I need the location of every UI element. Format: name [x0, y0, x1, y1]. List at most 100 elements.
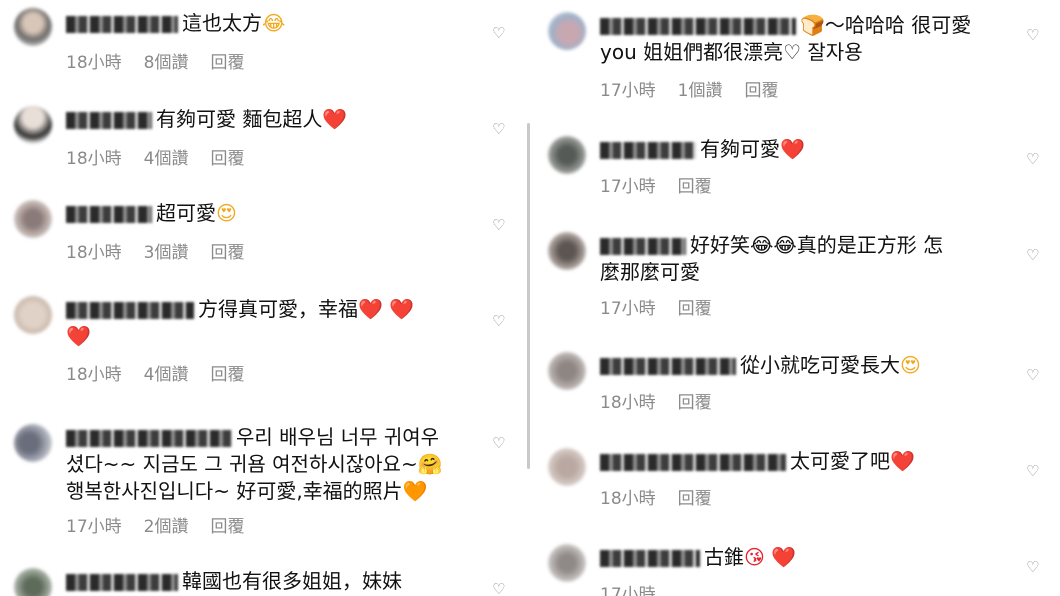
- comment-meta: 17小時 2個讚 回覆: [66, 512, 266, 537]
- reply-button[interactable]: 回覆: [678, 393, 712, 413]
- heart-outline-icon[interactable]: ♡: [1026, 150, 1039, 168]
- username[interactable]: [600, 550, 700, 567]
- username[interactable]: [600, 454, 786, 471]
- reply-button[interactable]: 回覆: [744, 81, 778, 101]
- heart-outline-icon[interactable]: ♡: [1026, 366, 1039, 384]
- username[interactable]: [600, 238, 686, 255]
- username[interactable]: [66, 16, 178, 33]
- comment-text: 太可愛了吧: [790, 449, 890, 473]
- username[interactable]: [66, 574, 178, 591]
- emoji: 😘 ❤️: [744, 545, 797, 569]
- like-count[interactable]: 4個讚: [144, 365, 189, 385]
- comment-text: 有夠可愛 麵包超人: [156, 107, 323, 131]
- comment-text: 好好笑😂😂真的是正方形 怎: [690, 233, 944, 257]
- heart-outline-icon[interactable]: ♡: [1026, 558, 1039, 576]
- avatar[interactable]: [548, 12, 586, 50]
- timestamp: 17小時: [600, 299, 656, 319]
- heart-outline-icon[interactable]: ♡: [492, 120, 505, 138]
- comment-text-line: 超可愛😍: [66, 200, 237, 227]
- comment-text-line: 古錐😘 ❤️: [600, 544, 796, 571]
- emoji: ❤️: [890, 449, 915, 473]
- emoji: ❤️: [322, 107, 348, 131]
- comment-text-line: 從小就吃可愛長大😍: [600, 352, 921, 379]
- reply-button[interactable]: 回覆: [210, 53, 244, 73]
- comment-text: 행복한사진입니다~ 好可愛,幸福的照片🧡: [66, 479, 428, 503]
- comment-text-line: 這也太方😂: [66, 10, 285, 37]
- comment-text-line: 麼那麼可愛: [600, 259, 700, 286]
- comment-meta: 18小時 回覆: [600, 484, 734, 509]
- timestamp: 18小時: [66, 243, 122, 263]
- heart-outline-icon[interactable]: ♡: [1026, 462, 1039, 480]
- reply-button[interactable]: 回覆: [678, 489, 712, 509]
- reply-button[interactable]: 回覆: [210, 517, 244, 537]
- timestamp: 17小時: [66, 517, 122, 537]
- avatar[interactable]: [14, 424, 52, 462]
- avatar[interactable]: [548, 232, 586, 270]
- emoji: ❤️: [66, 324, 91, 348]
- comment-text: 韓國也有很多姐姐，妹妹: [182, 569, 402, 593]
- emoji: ❤️ ❤️: [358, 297, 415, 321]
- timestamp: 18小時: [600, 489, 656, 509]
- comment-meta: 18小時 8個讚 回覆: [66, 48, 266, 73]
- comment-text: 우리 배우님 너무 귀여우: [236, 425, 440, 449]
- timestamp: 18小時: [600, 393, 656, 413]
- comment-text-line: 有夠可愛❤️: [600, 136, 805, 163]
- comment-text-line: 셨다~~ 지금도 그 귀욤 여전하시잖아요~🤗: [66, 451, 443, 478]
- username[interactable]: [66, 302, 194, 319]
- avatar[interactable]: [14, 106, 52, 144]
- comment-text: 有夠可愛: [700, 137, 780, 161]
- comment-text: 古錐: [704, 545, 744, 569]
- heart-outline-icon[interactable]: ♡: [492, 216, 505, 234]
- username[interactable]: [600, 142, 696, 159]
- emoji: 😂: [262, 11, 286, 35]
- reply-button[interactable]: 回覆: [678, 177, 712, 197]
- reply-button[interactable]: 回覆: [210, 365, 244, 385]
- username[interactable]: [66, 430, 232, 447]
- timestamp: 18小時: [66, 53, 122, 73]
- heart-outline-icon[interactable]: ♡: [492, 24, 505, 42]
- like-count[interactable]: 2個讚: [144, 517, 189, 537]
- comment-text: 麼那麼可愛: [600, 260, 700, 284]
- heart-outline-icon[interactable]: ♡: [492, 580, 505, 596]
- comment-meta: 18小時 4個讚 回覆: [66, 360, 266, 385]
- reply-button[interactable]: 回覆: [210, 243, 244, 263]
- timestamp: 17小時: [600, 177, 656, 197]
- avatar[interactable]: [14, 296, 52, 334]
- username[interactable]: [600, 358, 736, 375]
- avatar[interactable]: [548, 544, 586, 582]
- comment-text: 셨다~~ 지금도 그 귀욤 여전하시잖아요~🤗: [66, 452, 443, 476]
- like-count[interactable]: 1個讚: [678, 81, 723, 101]
- like-count[interactable]: 3個讚: [144, 243, 189, 263]
- heart-outline-icon[interactable]: ♡: [492, 312, 505, 330]
- avatar[interactable]: [14, 200, 52, 238]
- like-count[interactable]: 8個讚: [144, 53, 189, 73]
- comment-meta: 17小時: [600, 580, 678, 596]
- avatar[interactable]: [548, 352, 586, 390]
- avatar[interactable]: [14, 568, 52, 596]
- heart-outline-icon[interactable]: ♡: [492, 434, 505, 452]
- comment-text-line: ❤️: [66, 323, 91, 350]
- heart-outline-icon[interactable]: ♡: [1026, 246, 1039, 264]
- avatar[interactable]: [548, 136, 586, 174]
- reply-button[interactable]: 回覆: [210, 149, 244, 169]
- username[interactable]: [66, 206, 152, 223]
- comment-text: 超可愛: [156, 201, 216, 225]
- comment-meta: 17小時 回覆: [600, 294, 734, 319]
- emoji: 😍: [900, 353, 921, 377]
- like-count[interactable]: 4個讚: [144, 149, 189, 169]
- timestamp: 17小時: [600, 81, 656, 101]
- comment-text-line: 행복한사진입니다~ 好可愛,幸福的照片🧡: [66, 478, 428, 505]
- comment-text: you 姐姐們都很漂亮♡ 잘자용: [600, 40, 863, 64]
- comment-meta: 18小時 3個讚 回覆: [66, 238, 266, 263]
- reply-button[interactable]: 回覆: [678, 299, 712, 319]
- heart-outline-icon[interactable]: ♡: [1026, 26, 1039, 44]
- comment-text-line: 우리 배우님 너무 귀여우: [66, 424, 439, 451]
- avatar[interactable]: [14, 8, 52, 46]
- comment-meta: 17小時 回覆: [600, 172, 734, 197]
- comment-text-line: 🍞～哈哈哈 很可愛: [600, 12, 971, 39]
- username[interactable]: [600, 18, 796, 35]
- avatar[interactable]: [548, 448, 586, 486]
- comments-screen: 這也太方😂 18小時 8個讚 回覆 ♡ 有夠可愛 麵包超人❤️ 18小時 4個讚 回覆 …: [0, 0, 1060, 596]
- username[interactable]: [66, 112, 152, 129]
- timestamp: 17小時: [600, 585, 656, 596]
